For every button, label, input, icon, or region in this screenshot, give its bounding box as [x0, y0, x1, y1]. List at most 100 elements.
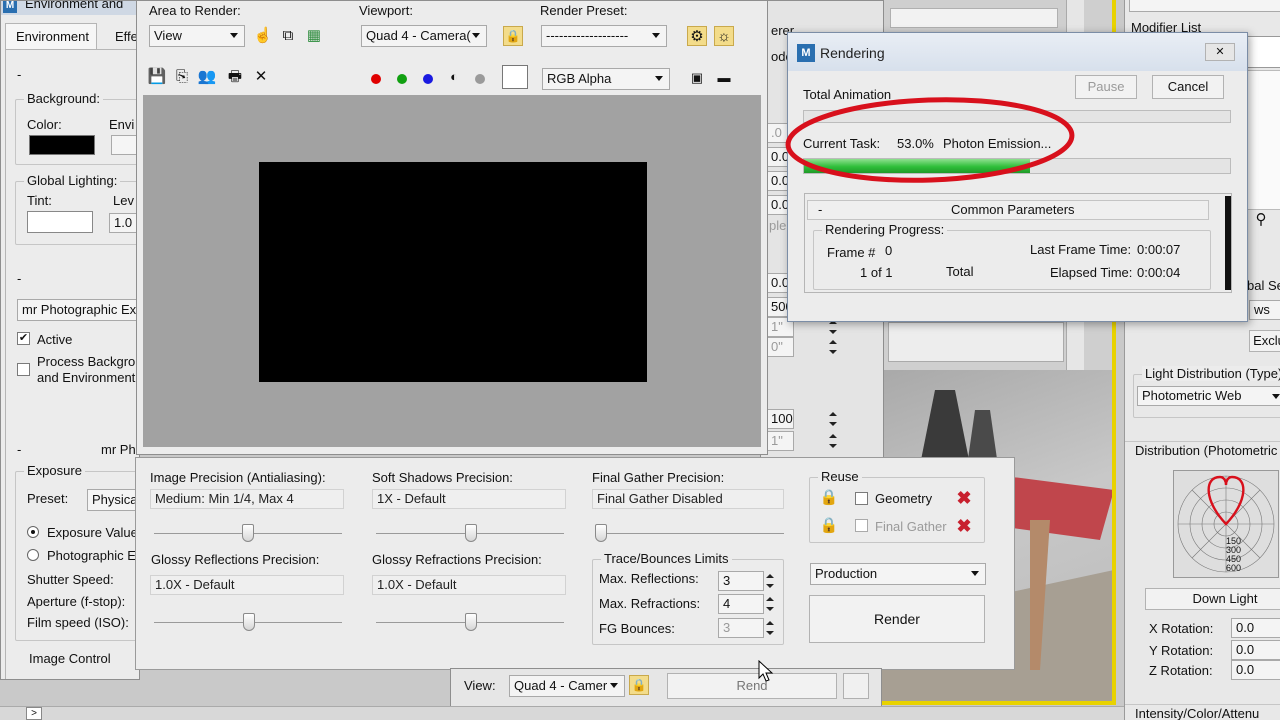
exposure-control-dropdown[interactable]: mr Photographic Exp — [17, 299, 139, 321]
max-refractions-input[interactable]: 4 — [718, 594, 764, 614]
distribution-section-title[interactable]: Distribution (Photometric — [1135, 443, 1277, 458]
max-reflections-spinner[interactable] — [764, 571, 775, 591]
mr-photographic-collapse[interactable]: - — [17, 442, 21, 457]
common-parameters-scrollbar[interactable] — [1225, 196, 1231, 290]
view-lock-icon[interactable]: 🔒 — [629, 675, 649, 695]
clear-final-gather-icon[interactable]: ✖ — [954, 516, 974, 536]
final-gather-checkbox[interactable] — [855, 519, 868, 532]
tab-effects[interactable]: Effe — [101, 27, 139, 49]
background-color-swatch[interactable] — [29, 135, 95, 155]
max-reflections-label: Max. Reflections: — [599, 571, 699, 586]
pin-stack-icon[interactable]: ⚲ — [1251, 210, 1271, 230]
shadows-dropdown[interactable]: ws — [1249, 300, 1280, 320]
swatch-color-box[interactable] — [502, 65, 528, 89]
exposure-control-collapse[interactable]: - — [17, 271, 21, 286]
render-button-behind[interactable]: Rend — [667, 673, 837, 699]
global-lighting-title: Global Lighting: — [24, 173, 121, 188]
common-parameters-collapse: - — [818, 202, 823, 217]
soft-shadows-slider-thumb[interactable] — [465, 524, 477, 542]
area-to-render-dropdown[interactable]: View — [149, 25, 245, 47]
y-rotation-input[interactable]: 0.0 — [1231, 640, 1280, 660]
max-reflections-input[interactable]: 3 — [718, 571, 764, 591]
rendering-progress-title: Rendering Progress: — [822, 222, 948, 237]
web-diagram[interactable]: 150 300 450 600 — [1173, 470, 1279, 578]
x-rotation-input[interactable]: 0.0 — [1231, 618, 1280, 638]
fg-bounces-input[interactable]: 3 — [718, 618, 764, 638]
environment-effects-icon[interactable]: ☼ — [714, 26, 734, 46]
copy-image-icon[interactable]: ⎘ — [172, 67, 192, 87]
behind-panel-white — [888, 322, 1064, 362]
maxscript-listener-button[interactable]: > — [26, 707, 42, 720]
print-image-icon[interactable]: 🖶 — [225, 67, 245, 87]
rendered-frame-window: Area to Render: View ☝ ⧉ ▦ Viewport: Qua… — [136, 0, 768, 455]
clear-geometry-cache-icon[interactable]: ✖ — [954, 488, 974, 508]
toggle-ui-icon[interactable]: ▬ — [714, 68, 734, 88]
render-preset-dropdown[interactable]: ------------------- — [541, 25, 667, 47]
monochrome-icon[interactable] — [475, 74, 485, 84]
auto-region-icon[interactable]: ⧉ — [278, 26, 298, 46]
process-background-checkbox[interactable] — [17, 363, 30, 376]
photographic-exposure-label: Photographic E — [47, 548, 136, 563]
alpha-channel-icon[interactable]: ◐ — [444, 67, 464, 87]
environment-map-label: Envi — [109, 117, 135, 132]
glossy-refractions-slider-thumb[interactable] — [465, 613, 477, 631]
glossy-reflections-label: Glossy Reflections Precision: — [151, 552, 320, 567]
common-parameters-header[interactable]: - Common Parameters — [807, 200, 1209, 220]
tab-environment[interactable]: Environment — [5, 23, 97, 49]
image-precision-slider-thumb[interactable] — [242, 524, 254, 542]
viewport-dropdown[interactable]: Quad 4 - Camera( — [361, 25, 487, 47]
behind-spinner-2[interactable] — [827, 337, 838, 357]
behind-spinner-3[interactable] — [827, 409, 838, 429]
frame-count: 1 of 1 — [860, 265, 893, 280]
region-select-icon[interactable]: ▦ — [304, 26, 324, 46]
render-button[interactable]: Render — [809, 595, 985, 643]
edit-region-icon[interactable]: ☝ — [253, 26, 273, 46]
common-parameters-title: Common Parameters — [951, 202, 1075, 217]
tint-label: Tint: — [27, 193, 52, 208]
pause-button[interactable]: Pause — [1075, 75, 1137, 99]
process-background-label-2: and Environment — [37, 370, 136, 385]
cancel-button[interactable]: Cancel — [1152, 75, 1224, 99]
fg-bounces-spinner[interactable] — [764, 618, 775, 638]
exclude-button[interactable]: Exclu — [1249, 330, 1280, 352]
render-dropdown-behind[interactable] — [843, 673, 869, 699]
light-distribution-dropdown[interactable]: Photometric Web — [1137, 386, 1280, 406]
tab-effects-label: Effe — [115, 29, 138, 44]
preset-dropdown[interactable]: Physica — [87, 489, 139, 511]
z-rotation-input[interactable]: 0.0 — [1231, 660, 1280, 680]
clone-window-icon[interactable]: 👥 — [197, 67, 217, 87]
behind-spinner-4[interactable] — [827, 431, 838, 451]
save-image-icon[interactable]: 💾 — [147, 67, 167, 87]
red-channel-icon[interactable] — [371, 74, 381, 84]
exposure-value-radio[interactable] — [27, 526, 39, 538]
geometry-lock-icon[interactable]: 🔒 — [819, 488, 839, 508]
final-gather-precision-label: Final Gather Precision: — [592, 470, 725, 485]
display-channel-dropdown[interactable]: RGB Alpha — [542, 68, 670, 90]
render-setup-icon[interactable]: ⚙ — [687, 26, 707, 46]
active-checkbox[interactable]: ✔ — [17, 332, 30, 345]
glossy-reflections-slider-thumb[interactable] — [243, 613, 255, 631]
clear-image-icon[interactable]: ✕ — [251, 67, 271, 87]
render-image-area[interactable] — [143, 95, 761, 447]
image-precision-label: Image Precision (Antialiasing): — [150, 470, 326, 485]
render-mode-dropdown[interactable]: Production — [810, 563, 986, 585]
tint-color-swatch[interactable] — [27, 211, 93, 233]
common-params-collapse[interactable]: - — [17, 67, 21, 82]
environment-app-icon: M — [3, 1, 17, 13]
shutter-speed-label: Shutter Speed: — [27, 572, 114, 587]
final-gather-lock-icon[interactable]: 🔒 — [819, 516, 839, 536]
blue-channel-icon[interactable] — [423, 74, 433, 84]
final-gather-slider-thumb[interactable] — [595, 524, 607, 542]
toggle-ui-overlay-icon[interactable]: ▣ — [687, 68, 707, 88]
max-refractions-spinner[interactable] — [764, 594, 775, 614]
view-dropdown[interactable]: Quad 4 - Camer — [509, 675, 625, 697]
geometry-checkbox[interactable] — [855, 492, 868, 505]
viewport-lock-icon[interactable]: 🔒 — [503, 26, 523, 46]
global-settings-text: bal Se — [1247, 278, 1280, 293]
rendering-close-button[interactable]: ✕ — [1205, 43, 1235, 61]
intensity-section-title[interactable]: Intensity/Color/Attenu — [1135, 706, 1259, 720]
soft-shadows-label: Soft Shadows Precision: — [372, 470, 513, 485]
green-channel-icon[interactable] — [397, 74, 407, 84]
photographic-exposure-radio[interactable] — [27, 549, 39, 561]
web-file-button[interactable]: Down Light — [1145, 588, 1280, 610]
